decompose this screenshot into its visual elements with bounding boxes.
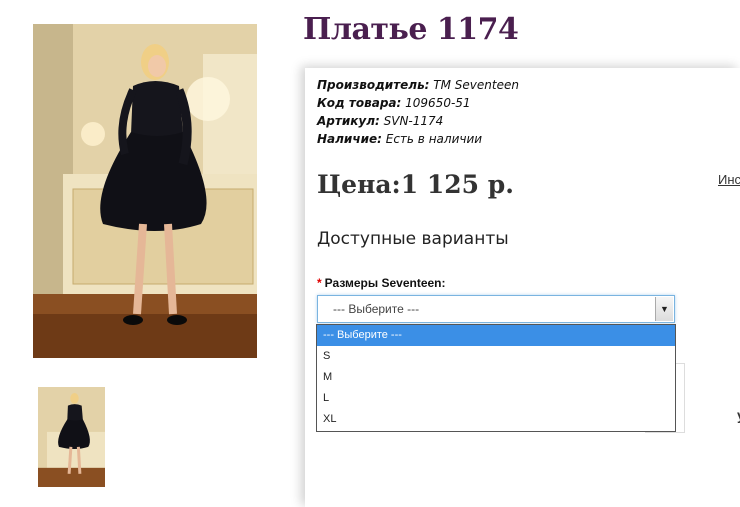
spec-manufacturer: Производитель: ТМ Seventeen bbox=[317, 76, 519, 94]
size-dropdown-list: --- Выберите --- S M L XL bbox=[316, 324, 676, 432]
options-heading: Доступные варианты bbox=[317, 229, 509, 249]
product-main-photo[interactable] bbox=[33, 24, 257, 358]
size-select[interactable]: --- Выберите --- ▼ bbox=[317, 295, 675, 323]
size-label: * Размеры Seventeen: bbox=[317, 276, 446, 290]
chevron-down-icon[interactable]: ▼ bbox=[655, 297, 673, 321]
spec-value: Есть в наличии bbox=[385, 132, 483, 146]
spec-label: Код товара: bbox=[317, 96, 402, 110]
spec-value: SVN-1174 bbox=[383, 114, 444, 128]
size-label-text: Размеры Seventeen: bbox=[324, 276, 446, 290]
side-link[interactable]: Инс bbox=[718, 172, 740, 187]
product-price: Цена:1 125 р. bbox=[317, 170, 514, 199]
spec-label: Артикул: bbox=[317, 114, 380, 128]
size-option-placeholder[interactable]: --- Выберите --- bbox=[317, 325, 675, 346]
spec-availability: Наличие: Есть в наличии bbox=[317, 130, 519, 148]
product-info-panel: Производитель: ТМ Seventeen Код товара: … bbox=[305, 68, 740, 507]
required-mark: * bbox=[317, 276, 322, 290]
spec-product-code: Код товара: 109650-51 bbox=[317, 94, 519, 112]
size-option-xl[interactable]: XL bbox=[317, 409, 675, 430]
size-option-s[interactable]: S bbox=[317, 346, 675, 367]
size-option-m[interactable]: M bbox=[317, 367, 675, 388]
product-thumbnail[interactable] bbox=[38, 387, 105, 487]
spec-article: Артикул: SVN-1174 bbox=[317, 112, 519, 130]
size-select-value: --- Выберите --- bbox=[333, 302, 420, 316]
spec-label: Производитель: bbox=[317, 78, 430, 92]
spec-value: ТМ Seventeen bbox=[433, 78, 519, 92]
size-option-l[interactable]: L bbox=[317, 388, 675, 409]
product-specs: Производитель: ТМ Seventeen Код товара: … bbox=[317, 76, 519, 148]
product-title: Платье 1174 bbox=[303, 12, 519, 47]
spec-value: 109650-51 bbox=[405, 96, 471, 110]
spec-label: Наличие: bbox=[317, 132, 382, 146]
